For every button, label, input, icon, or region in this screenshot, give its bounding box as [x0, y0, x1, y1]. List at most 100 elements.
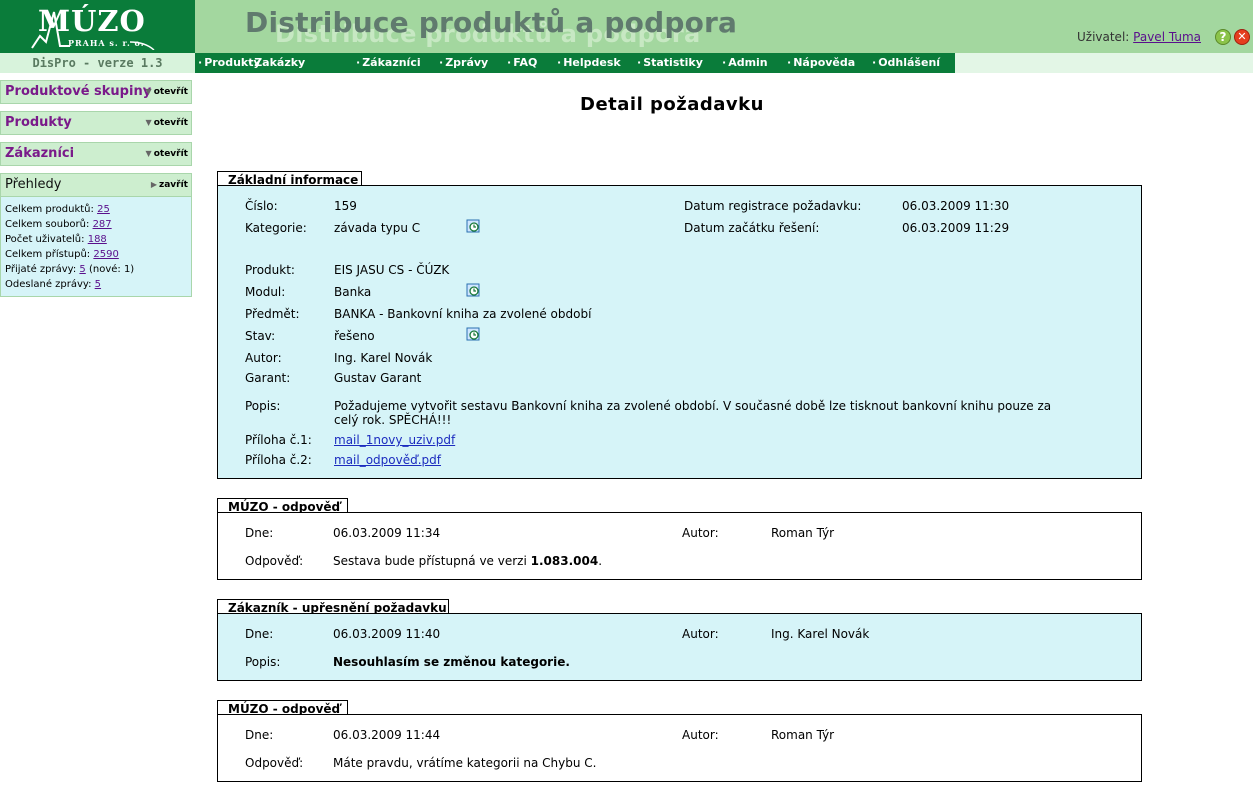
banner: Distribuce produktů a podpora Distribuce… [195, 0, 1253, 53]
field-label: Dne: [245, 627, 274, 641]
sidebar-box-label: Produkty [5, 115, 72, 130]
stat-row: Odeslané zprávy: 5 [5, 279, 102, 290]
close-icon[interactable]: ✕ [1234, 29, 1250, 45]
user-info: Uživatel: Pavel Tuma [1077, 30, 1201, 44]
stat-row: Přijaté zprávy: 5 (nové: 1) [5, 264, 135, 275]
field-value-datum-registrace: 06.03.2009 11:30 [902, 199, 1010, 213]
field-label: Odpověď: [245, 554, 304, 568]
user-name-link[interactable]: Pavel Tuma [1133, 30, 1201, 44]
attachment-2-link[interactable]: mail_odpověď.pdf [334, 453, 441, 467]
reply-text: Nesouhlasím se změnou kategorie. [333, 655, 570, 669]
sidebar-toggle-close[interactable]: ▶ zavřít [151, 180, 188, 190]
sidebar-box-produkty[interactable]: Produkty ▼ otevřít [0, 111, 192, 135]
field-label: Modul: [245, 285, 286, 299]
field-value-garant: Gustav Garant [334, 371, 422, 385]
stats-panel: Celkem produktů: 25 Celkem souborů: 287 … [0, 197, 192, 297]
main-menu: Produkty Zakázky Zákazníci Zprávy FAQ He… [195, 53, 955, 73]
chevron-down-icon: ▼ [145, 87, 152, 96]
history-clock-icon[interactable] [466, 283, 480, 297]
field-label: Odpověď: [245, 756, 304, 770]
reply-panel [217, 512, 1142, 580]
stat-value-link[interactable]: 25 [97, 204, 110, 215]
sidebar-toggle-open[interactable]: ▼ otevřít [146, 118, 188, 128]
stat-row: Celkem souborů: 287 [5, 219, 112, 230]
sidebar-box-label: Přehledy [5, 177, 62, 192]
history-clock-icon[interactable] [466, 219, 480, 233]
sidebar-box-label: Produktové skupiny [5, 84, 152, 99]
reply-date: 06.03.2009 11:40 [333, 627, 441, 641]
menu-item-napoveda[interactable]: Nápověda [787, 53, 855, 73]
field-value-stav: řešeno [334, 329, 375, 343]
field-value-kategorie: závada typu C [334, 221, 421, 235]
field-label: Kategorie: [245, 221, 307, 235]
stat-row: Celkem přístupů: 2590 [5, 249, 119, 260]
field-value-datum-zacatku: 06.03.2009 11:29 [902, 221, 1010, 235]
field-value-produkt: EIS JASU CS - ČÚZK [334, 263, 450, 277]
chevron-down-icon: ▼ [145, 118, 152, 127]
menu-item-statistiky[interactable]: Statistiky [637, 53, 703, 73]
menu-bar-filler [955, 53, 1253, 73]
field-label: Popis: [245, 655, 281, 669]
stat-row: Celkem produktů: 25 [5, 204, 110, 215]
field-label: Autor: [245, 351, 282, 365]
page-title: Detail požadavku [580, 94, 764, 115]
chevron-right-icon: ▶ [150, 180, 157, 189]
field-value-autor: Ing. Karel Novák [334, 351, 433, 365]
menu-item-zakaznici[interactable]: Zákazníci [356, 53, 420, 73]
reply-author: Roman Týr [771, 526, 835, 540]
logo-subtitle: PRAHA s. r. o. [68, 38, 145, 48]
field-label: Popis: [245, 399, 281, 413]
sidebar-toggle-open[interactable]: ▼ otevřít [146, 87, 188, 97]
attachment-1-link[interactable]: mail_1novy_uziv.pdf [334, 433, 455, 447]
field-label: Produkt: [245, 263, 295, 277]
stat-value-link[interactable]: 188 [88, 234, 107, 245]
reply-text: Sestava bude přístupná ve verzi 1.083.00… [333, 554, 603, 568]
sidebar-box-produktove-skupiny[interactable]: Produktové skupiny ▼ otevřít [0, 80, 192, 104]
field-label: Číslo: [245, 199, 278, 213]
field-label: Příloha č.1: [245, 433, 312, 447]
reply-panel [217, 714, 1142, 782]
reply-text: Máte pravdu, vrátíme kategorii na Chybu … [333, 756, 597, 770]
menu-item-admin[interactable]: Admin [722, 53, 767, 73]
history-clock-icon[interactable] [466, 327, 480, 341]
stat-value-link[interactable]: 287 [93, 219, 112, 230]
menu-item-odhlaseni[interactable]: Odhlášení [872, 53, 940, 73]
sidebar-box-label: Zákazníci [5, 146, 75, 161]
stat-value-link[interactable]: 5 [95, 279, 101, 290]
stat-value-link[interactable]: 2590 [93, 249, 118, 260]
attachment-1: mail_1novy_uziv.pdf [334, 433, 455, 447]
logo-brand: MÚZO [38, 4, 146, 38]
field-label: Garant: [245, 371, 291, 385]
sidebar-box-prehledy[interactable]: Přehledy ▶ zavřít [0, 173, 192, 197]
field-value-predmet: BANKA - Bankovní kniha za zvolené období [334, 307, 592, 321]
field-value-popis-line2: celý rok. SPĚCHÁ!!! [334, 413, 452, 427]
field-label: Dne: [245, 728, 274, 742]
field-label: Autor: [682, 526, 719, 540]
menu-item-helpdesk[interactable]: Helpdesk [557, 53, 621, 73]
user-label: Uživatel: [1076, 30, 1130, 44]
menu-item-faq[interactable]: FAQ [507, 53, 537, 73]
reply-date: 06.03.2009 11:44 [333, 728, 441, 742]
stat-row: Počet uživatelů: 188 [5, 234, 107, 245]
field-label: Příloha č.2: [245, 453, 312, 467]
reply-author: Ing. Karel Novák [771, 627, 870, 641]
field-label: Datum registrace požadavku: [684, 199, 862, 213]
field-label: Datum začátku řešení: [684, 221, 820, 235]
banner-title: Distribuce produktů a podpora [245, 6, 738, 39]
menu-item-zakazky[interactable]: Zakázky [248, 53, 305, 73]
sidebar-toggle-open[interactable]: ▼ otevřít [146, 149, 188, 159]
reply-date: 06.03.2009 11:34 [333, 526, 441, 540]
menu-item-zpravy[interactable]: Zprávy [439, 53, 488, 73]
attachment-2: mail_odpověď.pdf [334, 453, 441, 467]
sidebar-box-zakaznici[interactable]: Zákazníci ▼ otevřít [0, 142, 192, 166]
field-value-modul: Banka [334, 285, 372, 299]
help-icon[interactable]: ? [1215, 29, 1231, 45]
field-label: Autor: [682, 728, 719, 742]
reply-author: Roman Týr [771, 728, 835, 742]
field-label: Autor: [682, 627, 719, 641]
field-label: Předmět: [245, 307, 300, 321]
logo: MÚZO PRAHA s. r. o. [0, 0, 195, 53]
stat-value-link[interactable]: 5 [79, 264, 85, 275]
field-value-cislo: 159 [334, 199, 357, 213]
chevron-down-icon: ▼ [145, 149, 152, 158]
